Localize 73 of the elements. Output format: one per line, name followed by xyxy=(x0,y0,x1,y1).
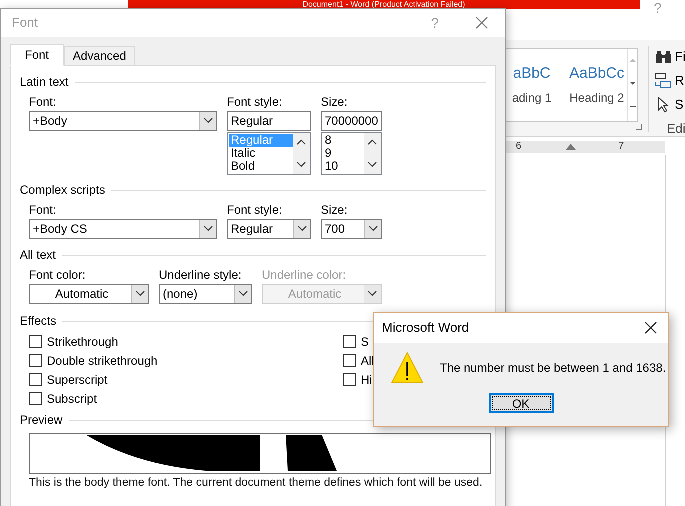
ok-button[interactable]: OK xyxy=(488,393,554,413)
dialog-title: Microsoft Word xyxy=(382,319,470,338)
scroll-up-icon[interactable] xyxy=(368,139,377,145)
field-label: Size: xyxy=(321,95,349,109)
list-item[interactable]: 10 xyxy=(323,160,364,173)
chevron-down-icon xyxy=(298,226,306,232)
dropdown[interactable]: 700 xyxy=(321,219,382,239)
section-heading: Preview xyxy=(20,412,63,429)
list-item[interactable]: Bold xyxy=(229,160,293,173)
ribbon-command[interactable]: R xyxy=(654,71,685,90)
tab[interactable]: Advanced xyxy=(64,46,136,65)
tab[interactable]: Font xyxy=(10,44,64,66)
checkbox[interactable]: S xyxy=(343,332,374,351)
scroll-down-icon[interactable] xyxy=(297,162,306,168)
dropdown[interactable]: Automatic xyxy=(29,284,149,304)
field-label: Size: xyxy=(321,203,349,217)
ruler-number: 7 xyxy=(618,141,624,153)
dropdown[interactable]: +Body CS xyxy=(29,219,217,239)
list-item[interactable]: Italic xyxy=(229,147,293,160)
replace-icon xyxy=(654,72,672,88)
input-field[interactable]: Regular xyxy=(227,111,311,131)
checkbox[interactable]: Superscript xyxy=(29,370,343,389)
list-item[interactable]: 9 xyxy=(323,147,364,160)
scroll-down-icon[interactable] xyxy=(368,162,377,168)
dropdown[interactable]: (none) xyxy=(159,284,252,304)
style-preview: AaBbCc xyxy=(569,64,625,84)
chevron-down-icon xyxy=(204,118,212,124)
indent-marker-icon[interactable] xyxy=(566,144,576,150)
field-label: Underline style: xyxy=(159,268,243,282)
list-item[interactable]: 8 xyxy=(323,134,364,147)
chevron-down-icon xyxy=(368,291,377,297)
preview-caption: This is the body theme font. The current document theme defines which font will be used. xyxy=(29,476,483,490)
field-label: Font: xyxy=(29,95,58,109)
window-title: Document1 - Word (Product Activation Failed) xyxy=(302,0,466,9)
section-heading: All text xyxy=(20,247,56,264)
chevron-down-icon xyxy=(136,291,144,297)
style-name: ading 1 xyxy=(512,90,552,106)
ribbon-command[interactable]: S xyxy=(654,95,685,114)
ruler-number: 6 xyxy=(516,141,522,153)
checkbox[interactable]: Double strikethrough xyxy=(29,351,343,370)
field-label: Font color: xyxy=(29,268,87,282)
checkbox[interactable]: Hi xyxy=(343,370,374,389)
warning-icon xyxy=(391,352,424,384)
section-heading: Complex scripts xyxy=(20,182,106,199)
ribbon-command[interactable]: Fi xyxy=(654,47,685,66)
checkbox[interactable]: Strikethrough xyxy=(29,332,343,351)
chevron-down-icon xyxy=(204,226,212,232)
scroll-up-icon[interactable] xyxy=(297,139,306,145)
dropdown[interactable]: +Body xyxy=(29,111,217,131)
dialog-launcher-icon[interactable] xyxy=(636,124,642,130)
list-box[interactable]: Regular Italic Bold xyxy=(227,132,311,175)
field-label: Font style: xyxy=(227,95,284,109)
chevron-down-icon xyxy=(368,226,378,232)
section-heading: Effects xyxy=(20,313,56,330)
list-box[interactable]: 8 9 10 xyxy=(321,132,382,175)
style-preview: aBbC xyxy=(513,64,551,84)
checkbox[interactable]: Subscript xyxy=(29,389,343,408)
dropdown[interactable]: Regular xyxy=(227,219,311,239)
input-field[interactable]: 70000000 xyxy=(321,111,382,131)
section-heading: Latin text xyxy=(20,74,69,91)
cursor-icon xyxy=(656,96,670,112)
style-item[interactable]: AaBbCc Heading 2 xyxy=(567,49,627,121)
message-text: The number must be between 1 and 1638. xyxy=(440,360,666,377)
dialog-title: Font xyxy=(12,14,40,32)
binoculars-icon xyxy=(654,50,672,64)
field-label: Font: xyxy=(29,203,58,217)
chevron-down-icon xyxy=(238,291,248,297)
field-label: Underline color: xyxy=(262,268,348,282)
scroll-down-icon[interactable] xyxy=(630,82,636,86)
style-name: Heading 2 xyxy=(570,90,624,106)
field-label: Font style: xyxy=(227,203,284,217)
group-label: Edi xyxy=(667,120,685,138)
close-icon[interactable] xyxy=(644,321,658,335)
